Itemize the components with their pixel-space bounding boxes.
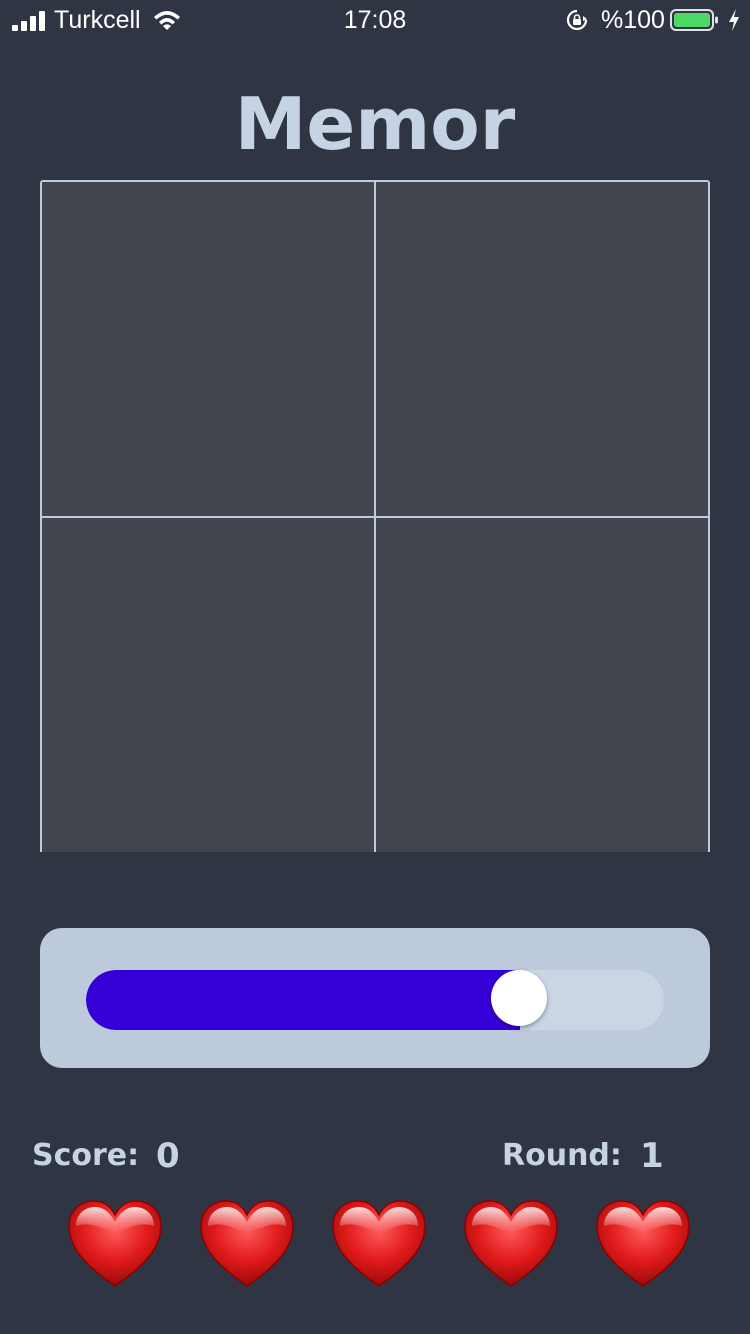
grid-tile-top-left[interactable] [42, 182, 374, 516]
grid-tile-bottom-left[interactable] [42, 518, 374, 852]
heart-icon [464, 1200, 558, 1287]
app-title: Memor [234, 82, 516, 166]
battery-percentage: %100 [601, 6, 665, 34]
charging-bolt-icon [729, 9, 739, 31]
battery-icon [670, 9, 718, 31]
heart-icon [68, 1200, 162, 1287]
heart-icon [596, 1200, 690, 1287]
heart-icon [200, 1200, 294, 1287]
slider-fill [86, 970, 520, 1030]
memory-grid [40, 180, 710, 852]
score-value: 0 [156, 1136, 180, 1176]
slider-track[interactable] [86, 970, 664, 1030]
round-value: 1 [640, 1136, 664, 1176]
slider-panel [40, 928, 710, 1068]
slider-thumb[interactable] [491, 970, 547, 1026]
heart-icon [332, 1200, 426, 1287]
round-label: Round: [502, 1138, 622, 1173]
score-label: Score: [32, 1138, 140, 1173]
grid-tile-top-right[interactable] [376, 182, 708, 516]
grid-tile-bottom-right[interactable] [376, 518, 708, 852]
lives-row [66, 1198, 696, 1290]
rotation-lock-icon [566, 9, 588, 31]
status-bar: Turkcell 17:08 %100 [0, 0, 750, 40]
